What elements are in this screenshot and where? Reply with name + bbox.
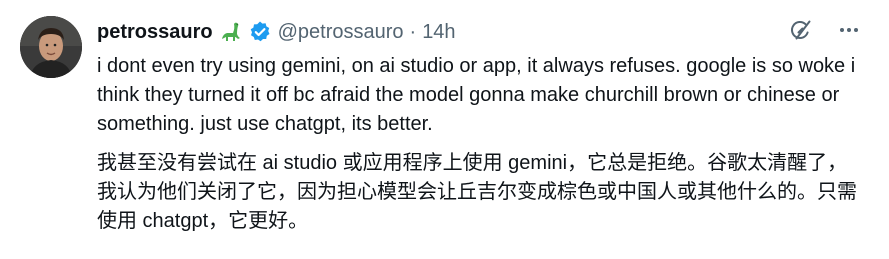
author-handle[interactable]: @petrossauro	[278, 21, 404, 44]
avatar-image	[20, 16, 82, 78]
more-options-icon	[837, 18, 861, 47]
avatar[interactable]	[20, 16, 82, 78]
grok-icon	[789, 18, 813, 47]
tweet-actions	[785, 16, 865, 48]
translated-text: 我甚至没有尝试在 ai studio 或应用程序上使用 gemini，它总是拒绝…	[97, 152, 857, 232]
tweet-header: petrossauro @petrossauro · 14h	[97, 17, 456, 47]
timestamp[interactable]: 14h	[422, 21, 455, 44]
display-name[interactable]: petrossauro	[97, 21, 213, 44]
tweet-text: i dont even try using gemini, on ai stud…	[97, 55, 856, 135]
verified-badge-icon	[248, 20, 272, 44]
tweet-card[interactable]: petrossauro @petrossauro · 14h i dont ev…	[0, 0, 889, 259]
sauropod-emoji-icon	[219, 20, 243, 44]
separator-dot: ·	[409, 20, 417, 43]
more-options-button[interactable]	[833, 16, 865, 48]
grok-button[interactable]	[785, 16, 817, 48]
